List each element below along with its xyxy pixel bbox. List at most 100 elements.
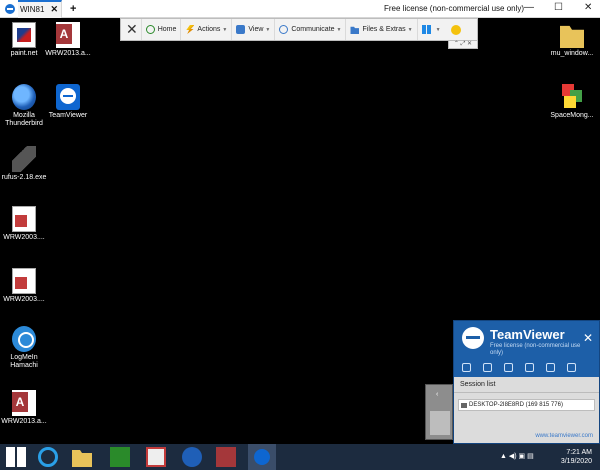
title-bar: WIN81 ✕ + Free license (non-commercial u… xyxy=(0,0,600,18)
home-label: Home xyxy=(157,26,177,33)
teamviewer-icon xyxy=(56,84,80,110)
headset-icon[interactable] xyxy=(483,363,492,372)
internet-explorer-icon[interactable] xyxy=(38,447,58,467)
desktop-icon-label: WRW2013.a... xyxy=(45,50,91,57)
monitor-icon xyxy=(236,25,246,34)
minimize-button[interactable]: — xyxy=(524,2,534,13)
teamviewer-logo-icon xyxy=(462,327,484,349)
desktop-icon-spacemonger[interactable]: SpaceMong... xyxy=(546,84,598,120)
session-avatar-panel[interactable]: ‹ xyxy=(425,384,453,440)
tab-label: WIN81 xyxy=(20,5,45,14)
clock[interactable]: 7:21 AM 3/19/2020 xyxy=(561,448,592,466)
home-icon xyxy=(145,25,155,34)
video-icon[interactable] xyxy=(462,363,471,372)
desktop-icon-label: paint.net xyxy=(10,50,38,57)
desktop-icon-hamachi[interactable]: LogMeIn Hamachi xyxy=(0,326,48,370)
hamachi-icon xyxy=(12,326,36,352)
files-extras-button[interactable]: Files & Extras ▼ xyxy=(345,19,416,40)
expand-arrow-icon[interactable]: ‹ xyxy=(436,391,438,398)
desktop-icon-label: rufus-2.18.exe xyxy=(1,174,47,181)
access-file-icon xyxy=(56,22,80,48)
desktop-icon-label: SpaceMong... xyxy=(550,112,594,119)
thunderbird-taskbar-icon[interactable] xyxy=(182,447,202,467)
session-row[interactable]: DESKTOP-2I8E8RD (169 815 776) xyxy=(458,399,595,411)
system-tray-icons[interactable]: ▲ ◀) ▣ ▤ xyxy=(500,452,534,460)
folder-icon xyxy=(350,26,360,34)
desktop-icon-label: mu_window... xyxy=(550,50,594,57)
toolbar-collapse-controls[interactable]: ⌃ ⤢ ✕ xyxy=(448,41,478,49)
maximize-button[interactable]: ☐ xyxy=(554,2,563,13)
desktop-icon-label: TeamViewer xyxy=(48,112,88,119)
communicate-label: Communicate xyxy=(291,26,335,33)
usb-drive-icon xyxy=(12,146,36,172)
desktop-icon-rufus[interactable]: rufus-2.18.exe xyxy=(0,146,48,182)
windows-icon xyxy=(421,25,431,34)
view-label: View xyxy=(248,26,264,33)
view-button[interactable]: View ▼ xyxy=(231,19,274,40)
desktop-icon-teamviewer[interactable]: TeamViewer xyxy=(44,84,92,120)
desktop-icon-wrw2013-b[interactable]: WRW2013.a... xyxy=(0,390,48,426)
desktop-icon-label: WRW2003.... xyxy=(3,234,45,241)
teamviewer-icon xyxy=(5,3,15,14)
clock-date: 3/19/2020 xyxy=(560,458,592,465)
tab-win81[interactable]: WIN81 ✕ xyxy=(18,0,62,18)
document-icon xyxy=(12,206,36,232)
home-button[interactable]: Home xyxy=(140,19,181,40)
close-window-button[interactable]: ✕ xyxy=(584,2,592,13)
thunderbird-icon xyxy=(12,84,36,110)
teamviewer-panel: TeamViewer Free license (non-commercial … xyxy=(453,320,600,444)
files-label: Files & Extras xyxy=(362,26,406,33)
access-taskbar-icon[interactable] xyxy=(216,447,236,467)
desktop-icon-wrw2003-1[interactable]: WRW2003.... xyxy=(0,206,48,242)
paintnet-icon xyxy=(12,22,36,48)
remote-desktop-icon[interactable] xyxy=(146,447,166,467)
panel-close-button[interactable]: ✕ xyxy=(583,331,593,345)
teamviewer-taskbar-icon[interactable] xyxy=(248,444,276,470)
desktop-icon-paintnet[interactable]: paint.net xyxy=(0,22,48,58)
store-icon[interactable] xyxy=(110,447,130,467)
windows-start-icon[interactable] xyxy=(6,447,26,467)
chevron-down-icon: ▼ xyxy=(222,26,228,33)
chevron-down-icon: ▼ xyxy=(407,26,413,33)
communicate-button[interactable]: Communicate ▼ xyxy=(274,19,345,40)
file-explorer-icon[interactable] xyxy=(72,450,92,467)
menu-icon[interactable] xyxy=(567,363,576,372)
desktop-icon-thunderbird[interactable]: Mozilla Thunderbird xyxy=(0,84,48,128)
phone-icon xyxy=(279,25,289,34)
actions-button[interactable]: Actions ▼ xyxy=(180,19,231,40)
remote-desktop-window: WIN81 ✕ + Free license (non-commercial u… xyxy=(0,0,600,470)
clock-time: 7:21 AM xyxy=(566,449,592,456)
files-icon[interactable] xyxy=(525,363,534,372)
avatar xyxy=(430,411,450,435)
document-icon xyxy=(12,268,36,294)
license-text: Free license (non-commercial use only) xyxy=(384,4,525,13)
taskbar: ▲ ◀) ▣ ▤ 7:21 AM 3/19/2020 xyxy=(0,444,600,470)
chevron-down-icon: ▼ xyxy=(435,26,441,33)
chevron-down-icon: ▼ xyxy=(265,26,271,33)
windows-button[interactable]: ▼ xyxy=(416,19,445,40)
desktop-icon-wrw2013-a[interactable]: WRW2013.a... xyxy=(44,22,92,58)
desktop-icon-label: Mozilla Thunderbird xyxy=(5,112,43,127)
panel-brand: TeamViewer xyxy=(490,327,565,342)
actions-label: Actions xyxy=(197,26,221,33)
session-list-header[interactable]: Session list xyxy=(454,377,599,393)
desktop-icon-label: WRW2003.... xyxy=(3,296,45,303)
desktop-icon-label: WRW2013.a... xyxy=(1,418,47,425)
teamviewer-link[interactable]: www.teamviewer.com xyxy=(535,433,593,439)
remote-toolbar: ✕ Home Actions ▼ View ▼ Communicate ▼ Fi… xyxy=(120,18,478,41)
pen-icon[interactable] xyxy=(546,363,555,372)
access-file-icon xyxy=(12,390,36,416)
close-session-button[interactable]: ✕ xyxy=(126,21,138,38)
session-list-area: Session list DESKTOP-2I8E8RD (169 815 77… xyxy=(454,377,599,443)
chevron-down-icon: ▼ xyxy=(336,26,342,33)
desktop-icon-mu-windows[interactable]: mu_window... xyxy=(546,22,598,58)
panel-license-text: Free license (non-commercial use only) xyxy=(490,343,581,356)
lightning-icon xyxy=(186,25,195,34)
add-tab-button[interactable]: + xyxy=(70,3,76,15)
desktop-icon-label: LogMeIn Hamachi xyxy=(10,354,38,369)
folder-icon xyxy=(560,25,584,48)
close-tab-icon[interactable]: ✕ xyxy=(50,4,58,15)
smiley-feedback-icon[interactable] xyxy=(450,24,461,35)
desktop-icon-wrw2003-2[interactable]: WRW2003.... xyxy=(0,268,48,304)
chat-icon[interactable] xyxy=(504,363,513,372)
